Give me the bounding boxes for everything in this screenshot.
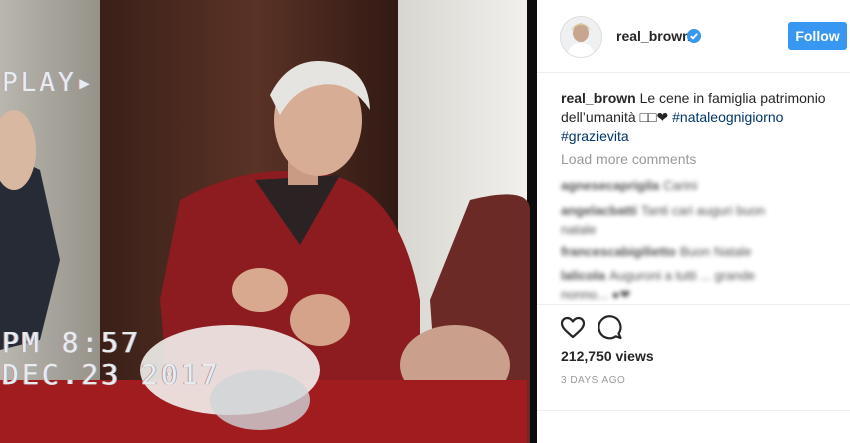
comment-item: agnesecaprigila Carini [561,176,801,195]
comment-username[interactable]: francescabigilietto [561,244,676,259]
comment-icon[interactable] [598,315,624,341]
video-time-overlay: PM 8:57 [2,326,142,359]
header-divider [537,72,850,73]
hashtag-link[interactable]: #grazievita [561,128,629,144]
view-count[interactable]: 212,750 views [561,348,654,364]
comment-text: Carini [663,178,698,193]
comment-item: francescabigilietto Buon Natale [561,242,801,261]
post-caption: real_brown Le cene in famiglia patrimoni… [561,89,831,146]
comment-box-divider [537,410,850,411]
video-play-overlay: PLAY▸ [2,68,96,98]
post-media[interactable]: PLAY▸ PM 8:57 DEC.23 2017 [0,0,537,443]
comment-username[interactable]: agnesecaprigila [561,178,659,193]
comment-username[interactable]: lalicola [561,268,605,283]
verified-badge-icon [687,29,701,43]
post-header: real_brown Follow [537,0,850,72]
heart-icon[interactable] [560,315,586,341]
comment-username[interactable]: angelacbatti [561,203,637,218]
post-timestamp[interactable]: 3 DAYS AGO [561,375,625,386]
hashtag-link[interactable]: #nataleognigiorno [672,109,783,125]
comment-text: Buon Natale [679,244,752,259]
post-side-panel: real_brown Follow real_brown Le cene in … [537,0,850,443]
caption-username[interactable]: real_brown [561,90,636,106]
avatar[interactable] [560,16,602,58]
video-date-overlay: DEC.23 2017 [2,358,221,391]
comment-item: lalicola Auguroni a tutti ... grande nonn… [561,266,801,304]
post-actions [560,315,680,341]
avatar-image [561,17,601,57]
actions-divider [537,304,850,305]
comment-item: angelacbatti Tanti cari auguri buon natal… [561,201,801,239]
load-more-comments-button[interactable]: Load more comments [561,151,696,167]
follow-button[interactable]: Follow [788,22,847,50]
post-username[interactable]: real_brown [616,28,691,44]
